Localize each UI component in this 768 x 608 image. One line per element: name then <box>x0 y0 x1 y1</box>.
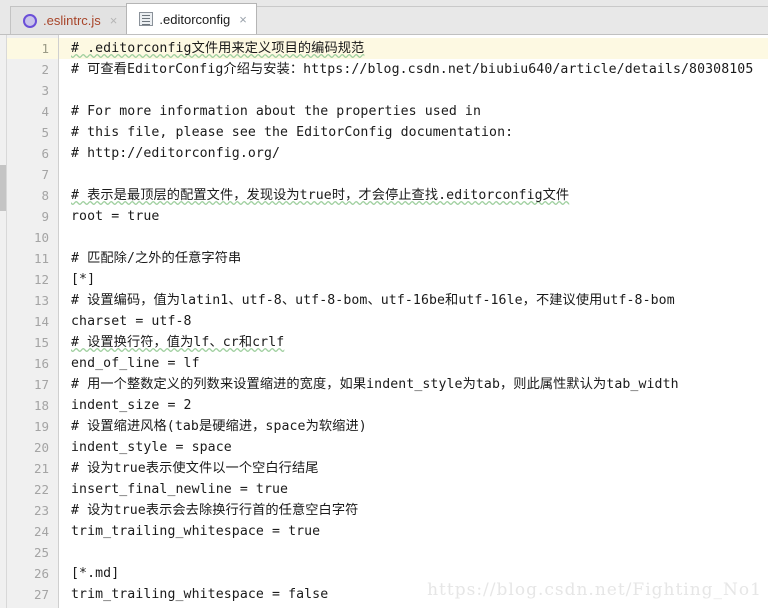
editor-window: .eslintrc.js × .editorconfig × 123456789… <box>0 0 768 608</box>
code-line[interactable]: # this file, please see the EditorConfig… <box>59 122 768 143</box>
code-line[interactable]: # 设置编码，值为latin1、utf-8、utf-8-bom、utf-16be… <box>59 290 768 311</box>
line-number: 11 <box>33 251 49 266</box>
text-file-icon <box>139 12 154 26</box>
line-number: 18 <box>33 398 49 413</box>
code-line[interactable] <box>59 227 768 248</box>
close-icon[interactable]: × <box>110 14 118 27</box>
code-line[interactable]: # 设置缩进风格(tab是硬缩进，space为软缩进) <box>59 416 768 437</box>
tab-label: .editorconfig <box>159 11 231 27</box>
line-number: 17 <box>33 377 49 392</box>
line-number: 3 <box>41 83 49 98</box>
code-text-area[interactable]: # .editorconfig文件用来定义项目的编码规范 # 可查看EditorC… <box>59 35 768 608</box>
line-number: 20 <box>33 440 49 455</box>
marker-strip[interactable] <box>0 35 7 608</box>
code-line[interactable]: # For more information about the propert… <box>59 101 768 122</box>
code-line[interactable]: # http://editorconfig.org/ <box>59 143 768 164</box>
line-number: 1 <box>7 38 58 59</box>
code-line[interactable]: # 设置换行符，值为lf、cr和crlf <box>59 332 768 353</box>
line-number: 26 <box>33 566 49 581</box>
line-number: 19 <box>33 419 49 434</box>
line-number: 8 <box>41 188 49 203</box>
line-number: 15 <box>33 335 49 350</box>
code-line[interactable]: trim_trailing_whitespace = true <box>59 521 768 542</box>
code-line[interactable]: # 设为true表示使文件以一个空白行结尾 <box>59 458 768 479</box>
code-line[interactable]: # 匹配除/之外的任意字符串 <box>59 248 768 269</box>
close-icon[interactable]: × <box>239 13 247 26</box>
line-number: 27 <box>33 587 49 602</box>
code-line[interactable]: # .editorconfig文件用来定义项目的编码规范 <box>59 38 768 59</box>
line-number: 21 <box>33 461 49 476</box>
line-number: 4 <box>41 104 49 119</box>
tab-bar: .eslintrc.js × .editorconfig × <box>0 0 768 35</box>
line-number: 24 <box>33 524 49 539</box>
code-line[interactable]: # 表示是最顶层的配置文件，发现设为true时，才会停止查找.editorcon… <box>59 185 768 206</box>
editor-body: 1 2 3 4 5 6 7 8 9 10 11 12 13 14 15 16 17 18 19 20 21 22 23 24 2… <box>0 35 768 608</box>
code-line[interactable]: indent_size = 2 <box>59 395 768 416</box>
line-number: 5 <box>41 125 49 140</box>
code-line[interactable] <box>59 164 768 185</box>
line-number: 6 <box>41 146 49 161</box>
line-number-gutter: 1 2 3 4 5 6 7 8 9 10 11 12 13 14 15 16 17 18 19 20 21 22 23 24 2… <box>7 35 59 608</box>
line-number: 2 <box>41 62 49 77</box>
code-line[interactable]: [*] <box>59 269 768 290</box>
tab-label: .eslintrc.js <box>43 13 101 28</box>
spellcheck-underline: # .editorconfig文件用来定义项目的编码规范 <box>71 41 365 56</box>
tab-eslintrc-js[interactable]: .eslintrc.js × <box>10 6 128 34</box>
code-line[interactable]: trim_trailing_whitespace = false <box>59 584 768 605</box>
code-line[interactable]: end_of_line = lf <box>59 353 768 374</box>
line-number: 23 <box>33 503 49 518</box>
code-line[interactable]: root = true <box>59 206 768 227</box>
line-number: 22 <box>33 482 49 497</box>
scrollbar-thumb[interactable] <box>0 165 6 211</box>
code-line[interactable]: indent_style = space <box>59 437 768 458</box>
tab-bar-empty-area <box>255 6 768 34</box>
tab-editorconfig[interactable]: .editorconfig × <box>126 3 257 34</box>
code-line[interactable]: # 用一个整数定义的列数来设置缩进的宽度，如果indent_style为tab，… <box>59 374 768 395</box>
code-line[interactable]: # 设为true表示会去除换行行首的任意空白字符 <box>59 500 768 521</box>
code-line[interactable] <box>59 542 768 563</box>
line-number: 14 <box>33 314 49 329</box>
line-number: 9 <box>41 209 49 224</box>
code-line[interactable]: [*.md] <box>59 563 768 584</box>
code-line[interactable]: insert_final_newline = true <box>59 479 768 500</box>
spellcheck-underline: # 表示是最顶层的配置文件，发现设为true时，才会停止查找.editorcon… <box>71 188 570 203</box>
line-number: 12 <box>33 272 49 287</box>
eslint-circle-icon <box>23 13 37 28</box>
code-line[interactable]: # 可查看EditorConfig介绍与安装：https://blog.csdn… <box>59 59 768 80</box>
spellcheck-underline: # 设置换行符，值为lf、cr和crlf <box>71 335 285 350</box>
line-number: 16 <box>33 356 49 371</box>
line-number: 7 <box>41 167 49 182</box>
line-number: 13 <box>33 293 49 308</box>
code-line[interactable]: charset = utf-8 <box>59 311 768 332</box>
line-number: 10 <box>33 230 49 245</box>
line-number: 25 <box>33 545 49 560</box>
code-line[interactable] <box>59 80 768 101</box>
